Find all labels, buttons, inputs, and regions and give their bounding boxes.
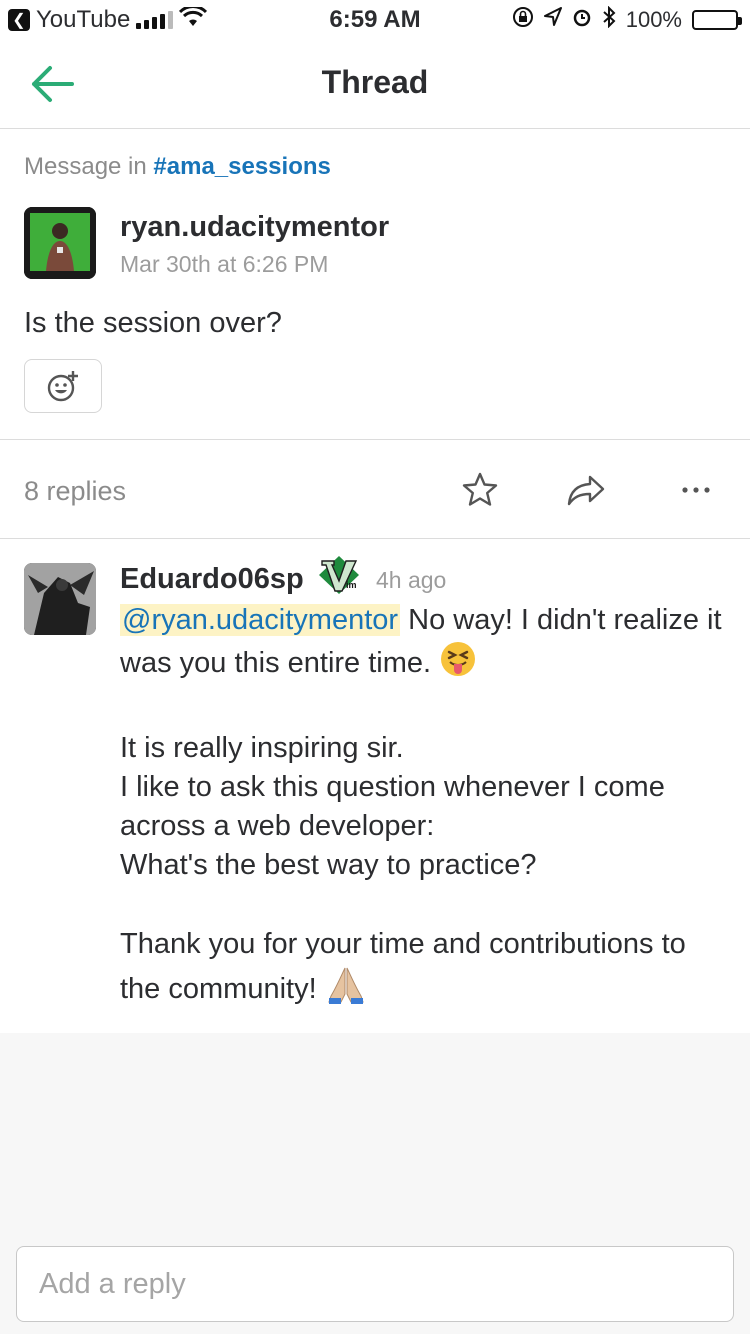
alarm-icon [572,7,592,33]
reply-message: Eduardo06sp im 4h ago @ryan.udacitymento… [0,539,750,1033]
reply-body: @ryan.udacitymentor No way! I didn't rea… [120,601,730,1017]
battery-icon [692,10,742,30]
thread-header: Thread [0,40,750,129]
parent-message: Message in #ama_sessions ryan.udacitymen… [0,129,750,440]
add-reaction-icon [47,371,78,402]
reply-line: It is really inspiring sir. [120,732,404,764]
reply-text: Thank you for your time and contribution… [120,928,686,1006]
message-text: Is the session over? [24,307,282,339]
context-prefix: Message in [24,153,147,180]
more-icon [682,487,710,493]
channel-link[interactable]: #ama_sessions [153,153,330,180]
user-photo [24,207,96,279]
rotation-lock-icon [512,6,534,34]
reply-input[interactable] [17,1247,733,1321]
location-icon [543,7,562,33]
avatar[interactable] [24,207,96,279]
reply-line: Thank you for your time and contribution… [120,925,730,1017]
thread-actions: 8 replies [0,440,750,539]
star-icon [462,472,498,506]
tongue-emoji [439,640,477,689]
share-button[interactable] [566,470,606,510]
page-title: Thread [321,64,429,100]
reply-line: @ryan.udacitymentor No way! I didn't rea… [120,601,730,689]
username[interactable]: ryan.udacitymentor [120,211,389,244]
user-photo [24,563,96,635]
star-button[interactable] [460,470,500,510]
reply-line: What's the best way to practice? [120,849,537,881]
message-context: Message in #ama_sessions [24,153,331,181]
svg-text:im: im [346,580,357,590]
bluetooth-icon [602,5,616,34]
praying-hands-emoji [325,964,367,1017]
status-icons: 100% [512,5,742,34]
vim-badge-icon: im [318,555,360,595]
share-icon [567,475,605,506]
battery-percent: 100% [625,7,682,32]
add-reaction-button[interactable] [24,359,102,413]
status-bar: ❮ YouTube 6:59 AM 100% [0,0,750,40]
reply-timestamp: 4h ago [376,567,447,593]
more-button[interactable] [676,470,716,510]
message-timestamp: Mar 30th at 6:26 PM [120,251,329,277]
reply-line: I like to ask this question whenever I c… [120,771,665,842]
user-mention[interactable]: @ryan.udacitymentor [120,604,401,636]
username[interactable]: Eduardo06sp [120,563,304,596]
reply-count: 8 replies [24,476,127,506]
avatar[interactable] [24,563,96,635]
reply-composer[interactable] [16,1246,734,1322]
